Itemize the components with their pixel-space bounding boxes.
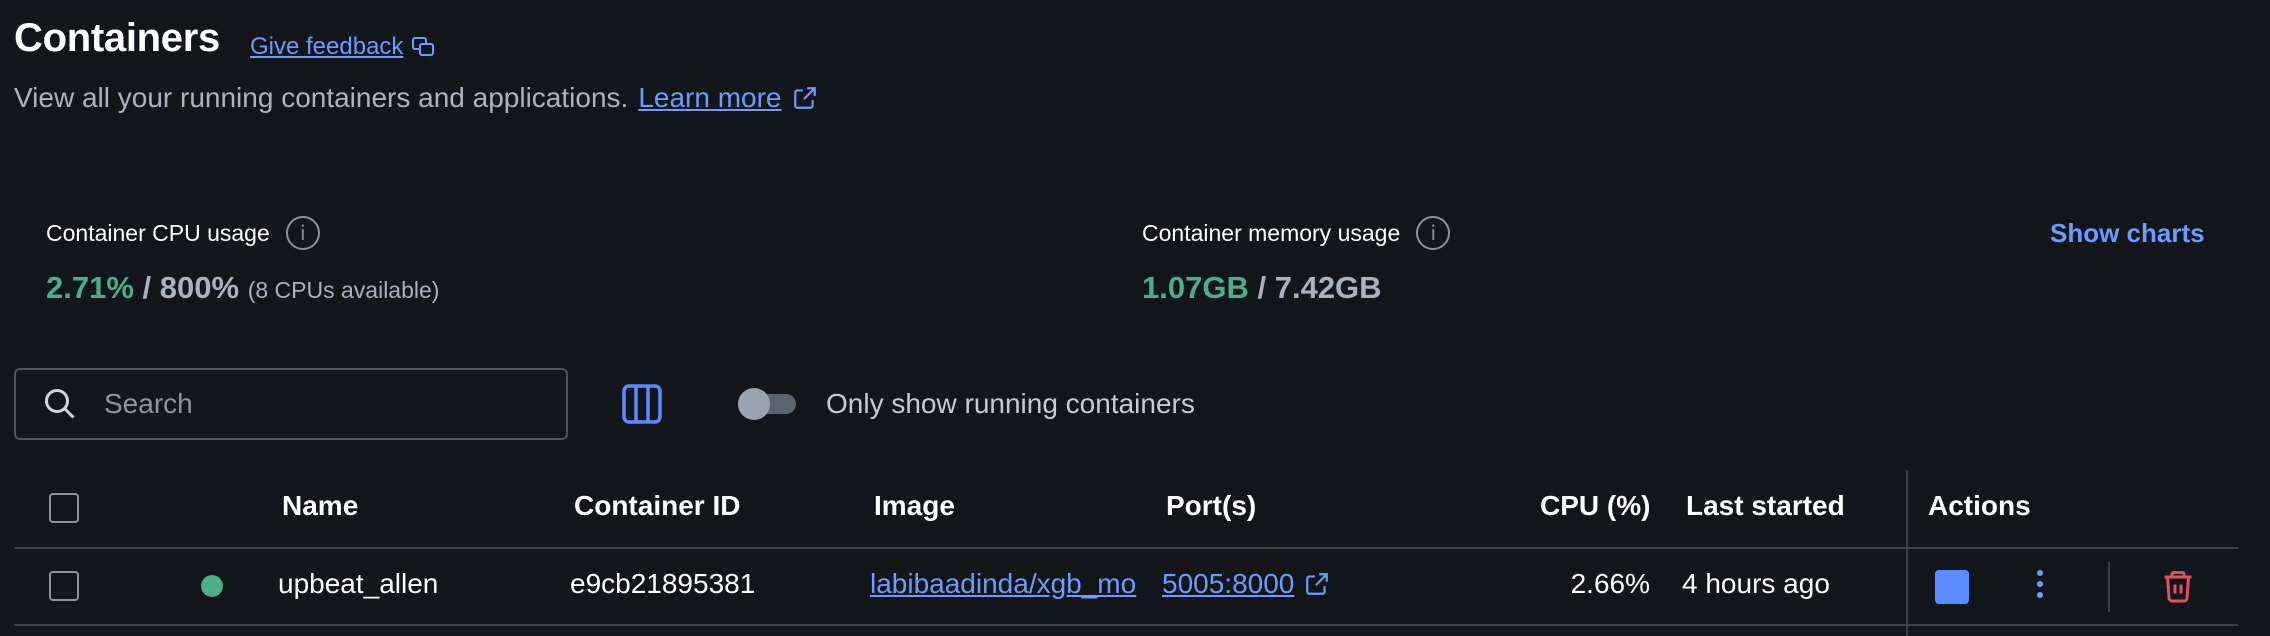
info-icon[interactable]: i [1416, 216, 1451, 250]
feedback-icon [412, 37, 435, 56]
running-only-toggle[interactable] [738, 388, 798, 420]
learn-more-link[interactable]: Learn more [638, 82, 781, 114]
container-id: e9cb21895381 [570, 568, 756, 599]
cpu-total: 800% [159, 270, 240, 305]
memory-separator: / [1257, 270, 1267, 305]
search-box[interactable] [14, 368, 568, 440]
search-input[interactable] [102, 387, 546, 421]
external-link-icon[interactable] [1304, 571, 1330, 597]
row-divider [14, 624, 2238, 626]
external-link-icon[interactable] [792, 85, 818, 111]
give-feedback-link[interactable]: Give feedback [250, 33, 435, 61]
trash-icon[interactable] [2160, 567, 2196, 605]
info-icon[interactable]: i [285, 216, 320, 250]
memory-total: 7.42GB [1274, 270, 1382, 305]
page-title: Containers [14, 16, 220, 60]
header-divider [14, 547, 2238, 549]
column-header-container-id[interactable]: Container ID [574, 490, 740, 522]
port-link-wrap: 5005:8000 [1162, 568, 1330, 600]
memory-usage-label: Container memory usage i [1142, 216, 1451, 250]
cpu-usage-label: Container CPU usage i [46, 216, 320, 250]
last-started: 4 hours ago [1682, 568, 1830, 599]
column-header-name[interactable]: Name [282, 490, 358, 522]
page-subtitle: View all your running containers and app… [14, 82, 818, 114]
search-icon [45, 389, 75, 419]
toggle-knob [738, 388, 770, 420]
cpu-used: 2.71% [46, 270, 134, 305]
row-checkbox[interactable] [49, 571, 79, 601]
memory-usage-title: Container memory usage [1142, 219, 1401, 246]
subtitle-text: View all your running containers and app… [14, 82, 629, 113]
cpu-usage-value: 2.71% / 800% (8 CPUs available) [46, 270, 439, 306]
stop-icon[interactable] [1935, 570, 1969, 604]
column-header-cpu[interactable]: CPU (%) [1540, 490, 1650, 522]
status-running-dot [201, 575, 223, 597]
cpu-usage-title: Container CPU usage [46, 219, 270, 246]
more-vert-icon[interactable] [2036, 570, 2044, 603]
columns-icon[interactable] [622, 384, 662, 424]
memory-usage-value: 1.07GB / 7.42GB [1142, 270, 1382, 306]
table-row[interactable]: upbeat_allen e9cb21895381 labibaadinda/x… [0, 550, 2270, 624]
cpu-note: (8 CPUs available) [247, 277, 440, 303]
cpu-separator: / [142, 270, 152, 305]
running-only-label: Only show running containers [826, 388, 1195, 419]
column-header-last-started[interactable]: Last started [1686, 490, 1845, 522]
cpu-percent: 2.66% [1570, 568, 1650, 599]
column-header-actions: Actions [1928, 490, 2031, 521]
memory-used: 1.07GB [1142, 270, 1249, 305]
give-feedback-label[interactable]: Give feedback [250, 33, 403, 61]
column-header-image[interactable]: Image [874, 490, 955, 522]
select-all-checkbox[interactable] [49, 493, 79, 523]
port-link[interactable]: 5005:8000 [1162, 568, 1294, 600]
image-link-wrap: labibaadinda/xgb_mo [870, 568, 1146, 600]
action-divider [2108, 562, 2110, 612]
container-name[interactable]: upbeat_allen [278, 568, 438, 600]
column-header-ports[interactable]: Port(s) [1166, 490, 1256, 522]
image-link[interactable]: labibaadinda/xgb_mo [870, 568, 1136, 599]
show-charts-button[interactable]: Show charts [2050, 218, 2205, 249]
